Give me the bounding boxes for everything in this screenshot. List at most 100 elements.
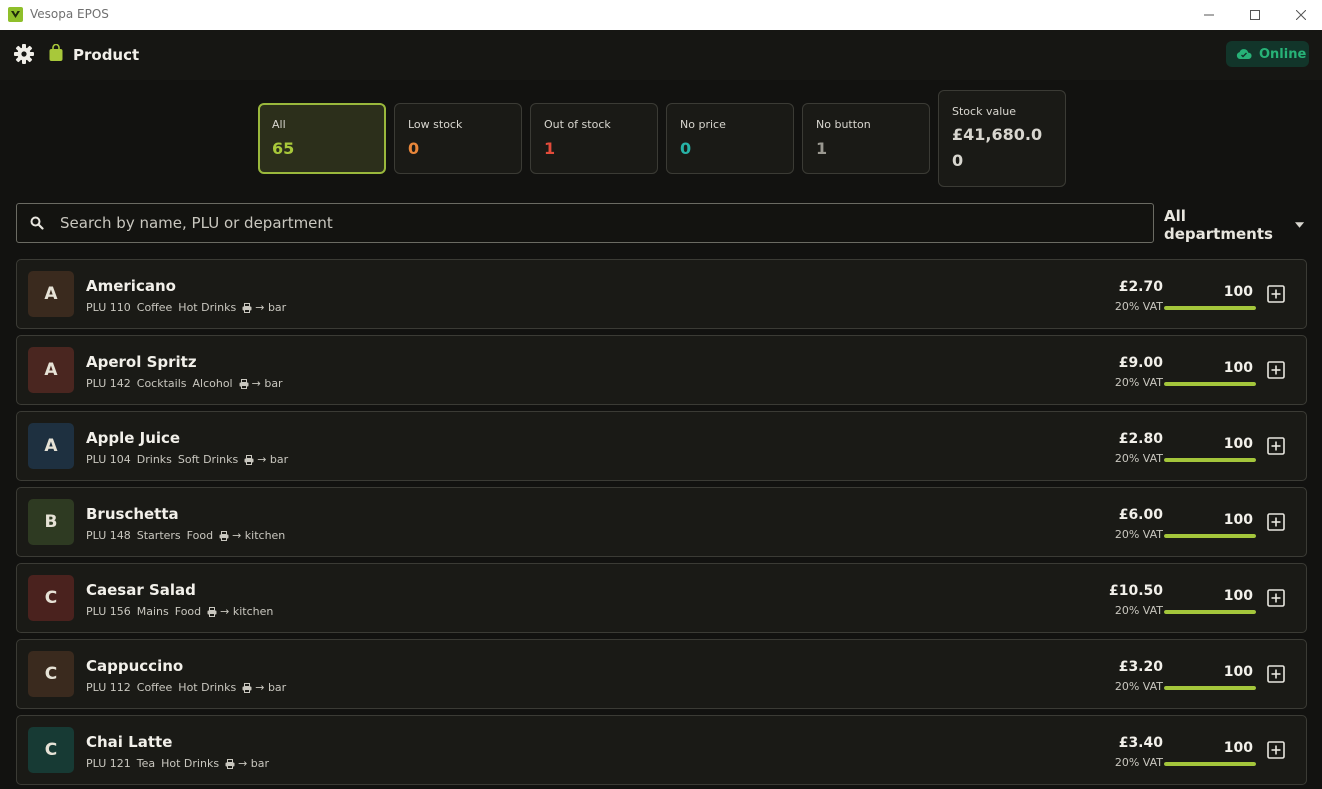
product-row[interactable]: B Bruschetta PLU 148 Starters Food → kit…: [16, 487, 1307, 557]
stat-label: Out of stock: [544, 118, 611, 131]
product-stock: 100: [1223, 284, 1253, 300]
gear-icon[interactable]: [14, 44, 34, 64]
search-box: [16, 203, 1154, 243]
window-title: Vesopa EPOS: [30, 7, 109, 21]
app-header: Product Online: [0, 30, 1322, 80]
stat-value: 1: [816, 139, 828, 158]
plus-square-icon: [1267, 589, 1285, 607]
add-stock-button[interactable]: [1267, 361, 1285, 379]
stat-label: No price: [680, 118, 726, 131]
add-stock-button[interactable]: [1267, 437, 1285, 455]
stat-card-all[interactable]: All 65: [258, 103, 386, 174]
product-route-target: → bar: [238, 757, 270, 770]
search-input[interactable]: [60, 204, 1140, 242]
product-row[interactable]: C Cappuccino PLU 112 Coffee Hot Drinks →…: [16, 639, 1307, 709]
stock-level-bar: [1164, 458, 1256, 462]
product-route-target: → bar: [255, 301, 287, 314]
stat-label: No button: [816, 118, 871, 131]
product-name: Americano: [86, 277, 176, 295]
stock-level-fill: [1164, 762, 1256, 766]
add-stock-button[interactable]: [1267, 285, 1285, 303]
department-filter-dropdown[interactable]: All departments: [1164, 207, 1304, 243]
product-plu: PLU 121: [86, 757, 131, 770]
product-vat: 20% VAT: [1114, 756, 1163, 769]
product-meta: PLU 112 Coffee Hot Drinks → bar: [86, 681, 286, 694]
product-vat: 20% VAT: [1114, 528, 1163, 541]
product-route: → bar: [242, 681, 286, 694]
product-stock: 100: [1223, 436, 1253, 452]
product-stock: 100: [1223, 512, 1253, 528]
plus-square-icon: [1267, 665, 1285, 683]
plus-square-icon: [1267, 741, 1285, 759]
plus-square-icon: [1267, 513, 1285, 531]
product-price: £3.20: [1118, 659, 1163, 675]
app-logo-icon: [8, 7, 23, 22]
product-row[interactable]: A Aperol Spritz PLU 142 Cocktails Alcoho…: [16, 335, 1307, 405]
product-price: £3.40: [1118, 735, 1163, 751]
product-category: Coffee: [136, 681, 173, 694]
add-stock-button[interactable]: [1267, 741, 1285, 759]
stat-card-stock-value[interactable]: Stock value £41,680.00: [938, 90, 1066, 187]
product-vat: 20% VAT: [1114, 680, 1163, 693]
product-route: → bar: [239, 377, 283, 390]
stock-level-fill: [1164, 306, 1256, 310]
close-button[interactable]: [1278, 0, 1322, 30]
stat-card-no-button[interactable]: No button 1: [802, 103, 930, 174]
minimize-button[interactable]: [1186, 0, 1232, 30]
stat-card-out-of-stock[interactable]: Out of stock 1: [530, 103, 658, 174]
product-price: £9.00: [1118, 355, 1163, 371]
window-titlebar: Vesopa EPOS: [0, 0, 1322, 30]
stock-level-fill: [1164, 382, 1256, 386]
stock-level-fill: [1164, 534, 1256, 538]
plus-square-icon: [1267, 285, 1285, 303]
plus-square-icon: [1267, 437, 1285, 455]
product-name: Bruschetta: [86, 505, 179, 523]
product-department: Food: [174, 605, 202, 618]
product-vat: 20% VAT: [1114, 300, 1163, 313]
product-row[interactable]: A Americano PLU 110 Coffee Hot Drinks → …: [16, 259, 1307, 329]
add-stock-button[interactable]: [1267, 513, 1285, 531]
product-meta: PLU 156 Mains Food → kitchen: [86, 605, 273, 618]
product-name: Chai Latte: [86, 733, 173, 751]
product-category: Cocktails: [136, 377, 187, 390]
product-name: Apple Juice: [86, 429, 181, 447]
product-avatar: A: [28, 347, 74, 393]
stock-level-fill: [1164, 610, 1256, 614]
product-avatar: C: [28, 651, 74, 697]
stat-card-low-stock[interactable]: Low stock 0: [394, 103, 522, 174]
product-stock: 100: [1223, 588, 1253, 604]
stock-level-fill: [1164, 458, 1256, 462]
product-department: Alcohol: [192, 377, 233, 390]
product-row[interactable]: C Caesar Salad PLU 156 Mains Food → kitc…: [16, 563, 1307, 633]
product-row[interactable]: A Apple Juice PLU 104 Drinks Soft Drinks…: [16, 411, 1307, 481]
online-status-label: Online: [1259, 46, 1307, 62]
add-stock-button[interactable]: [1267, 589, 1285, 607]
printer-icon: [225, 758, 235, 769]
product-price: £2.70: [1118, 279, 1163, 295]
product-plu: PLU 148: [86, 529, 131, 542]
stat-value: 0: [680, 139, 692, 158]
shopping-bag-icon: [48, 43, 64, 62]
product-row[interactable]: C Chai Latte PLU 121 Tea Hot Drinks → ba…: [16, 715, 1307, 785]
product-plu: PLU 142: [86, 377, 131, 390]
stat-card-no-price[interactable]: No price 0: [666, 103, 794, 174]
product-avatar: A: [28, 271, 74, 317]
product-route-target: → kitchen: [232, 529, 286, 542]
product-route-target: → bar: [255, 681, 287, 694]
product-department: Hot Drinks: [178, 681, 237, 694]
product-route: → bar: [242, 301, 286, 314]
cloud-icon: [1236, 49, 1252, 59]
stat-label: Stock value: [952, 105, 1016, 118]
product-department: Soft Drinks: [177, 453, 239, 466]
product-plu: PLU 156: [86, 605, 131, 618]
product-plu: PLU 104: [86, 453, 131, 466]
stock-level-bar: [1164, 762, 1256, 766]
product-stock: 100: [1223, 664, 1253, 680]
printer-icon: [207, 606, 217, 617]
product-route: → kitchen: [219, 529, 285, 542]
product-stock: 100: [1223, 360, 1253, 376]
product-avatar: C: [28, 575, 74, 621]
maximize-button[interactable]: [1232, 0, 1278, 30]
product-plu: PLU 112: [86, 681, 131, 694]
add-stock-button[interactable]: [1267, 665, 1285, 683]
